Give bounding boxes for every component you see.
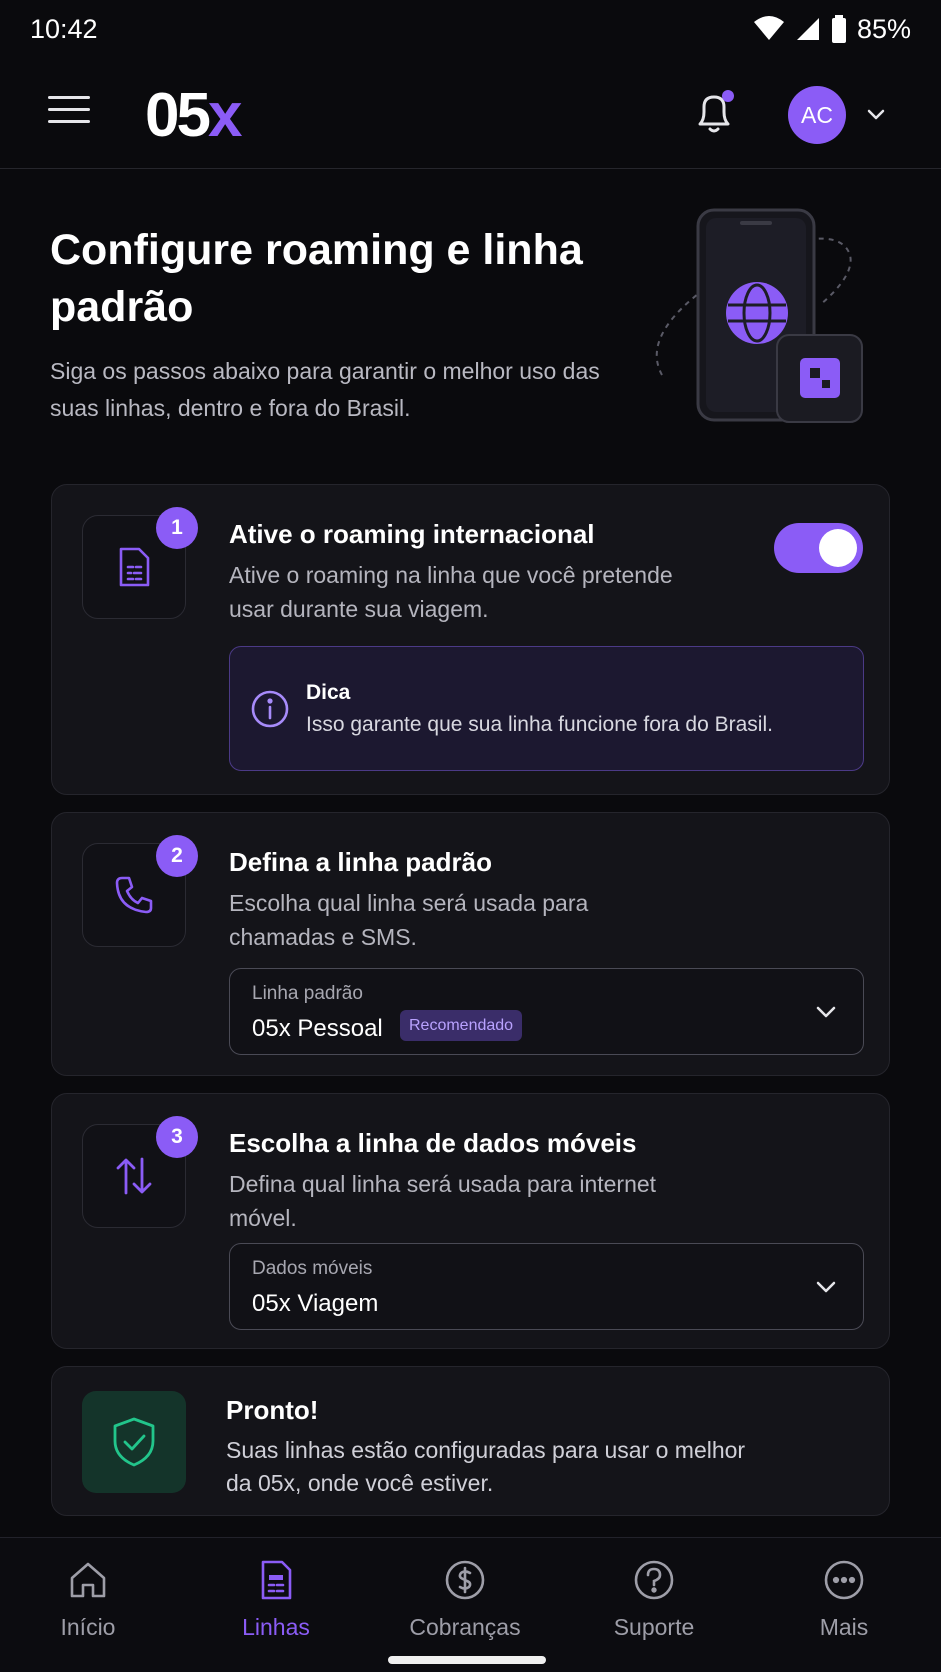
menu-icon xyxy=(48,96,90,99)
step-card-roaming: 1 Ative o roaming internacional Ative o … xyxy=(51,484,890,795)
mobile-data-select[interactable]: Dados móveis 05x Viagem xyxy=(229,1243,864,1330)
chevron-down-icon xyxy=(816,1281,836,1293)
nav-label: Mais xyxy=(819,1614,869,1640)
phone-icon xyxy=(115,876,153,914)
done-card: Pronto! Suas linhas estão configuradas p… xyxy=(51,1366,890,1516)
status-indicators: 85% xyxy=(753,14,911,45)
done-text: Suas linhas estão configuradas para usar… xyxy=(226,1437,746,1496)
app-logo[interactable]: 05x xyxy=(145,80,243,151)
avatar[interactable]: AC xyxy=(788,86,846,144)
chevron-down-icon[interactable] xyxy=(864,102,888,126)
select-value: 05x Viagem xyxy=(252,1290,379,1317)
home-icon xyxy=(70,1562,106,1598)
shield-check-icon xyxy=(113,1417,155,1467)
step-card-mobile-data: 3 Escolha a linha de dados móveis Defina… xyxy=(51,1093,890,1349)
dollar-icon xyxy=(445,1560,485,1600)
more-icon xyxy=(824,1560,864,1600)
status-time: 10:42 xyxy=(30,13,98,44)
phone-illustration xyxy=(655,208,863,423)
nav-label: Cobranças xyxy=(409,1614,521,1640)
nav-label: Suporte xyxy=(613,1614,695,1640)
toggle-knob xyxy=(819,529,857,567)
select-value: 05x Pessoal xyxy=(252,1015,383,1042)
nav-label: Início xyxy=(60,1614,116,1640)
step-card-default-line: 2 Defina a linha padrão Escolha qual lin… xyxy=(51,812,890,1076)
status-bar: 10:42 85% xyxy=(0,0,941,58)
tip-title: Dica xyxy=(306,681,351,704)
nav-item-suporte[interactable]: Suporte xyxy=(579,1538,729,1648)
data-transfer-icon xyxy=(116,1157,152,1195)
step-description: Escolha qual linha será usada para chama… xyxy=(229,890,589,950)
chevron-down-icon xyxy=(816,1006,836,1018)
select-label: Linha padrão xyxy=(252,983,363,1004)
step-description: Ative o roaming na linha que você preten… xyxy=(229,562,673,622)
tip-text: Isso garante que sua linha funcione fora… xyxy=(306,713,773,736)
step-number-badge: 3 xyxy=(156,1116,198,1158)
done-icon-box xyxy=(82,1391,186,1493)
notification-dot xyxy=(722,90,734,102)
step-number-badge: 2 xyxy=(156,835,198,877)
step-title: Ative o roaming internacional xyxy=(229,519,595,549)
info-icon xyxy=(251,690,289,728)
roaming-toggle[interactable] xyxy=(774,523,863,573)
nav-label: Linhas xyxy=(242,1614,310,1640)
nav-item-cobrancas[interactable]: Cobranças xyxy=(390,1538,540,1648)
home-indicator[interactable] xyxy=(388,1656,546,1664)
step-title: Escolha a linha de dados móveis xyxy=(229,1128,637,1158)
step-number-badge: 1 xyxy=(156,507,198,549)
nav-item-mais[interactable]: Mais xyxy=(769,1538,919,1648)
battery-level: 85% xyxy=(856,13,911,44)
select-label: Dados móveis xyxy=(252,1258,373,1279)
recommended-badge: Recomendado xyxy=(400,1010,523,1041)
page-title: Configure roaming e linha padrão xyxy=(50,226,583,331)
help-icon xyxy=(634,1560,674,1600)
menu-button[interactable] xyxy=(48,96,90,130)
tip-box: Dica Isso garante que sua linha funcione… xyxy=(229,646,864,771)
app-header: 05x AC xyxy=(0,58,941,169)
done-title: Pronto! xyxy=(226,1395,319,1425)
notifications-button[interactable] xyxy=(692,88,736,136)
default-line-select[interactable]: Linha padrão 05x Pessoal Recomendado xyxy=(229,968,864,1055)
page-subtitle: Siga os passos abaixo para garantir o me… xyxy=(50,358,600,421)
sim-card-icon xyxy=(119,547,150,587)
step-description: Defina qual linha será usada para intern… xyxy=(229,1171,657,1231)
bottom-nav: Início Linhas Cobranças Suporte Mais xyxy=(0,1537,941,1672)
battery-icon xyxy=(831,15,846,43)
wifi-icon xyxy=(753,16,784,40)
signal-icon xyxy=(796,18,819,40)
nav-item-linhas[interactable]: Linhas xyxy=(201,1538,351,1648)
nav-item-inicio[interactable]: Início xyxy=(13,1538,163,1648)
lines-icon xyxy=(261,1560,292,1600)
step-title: Defina a linha padrão xyxy=(229,847,492,877)
